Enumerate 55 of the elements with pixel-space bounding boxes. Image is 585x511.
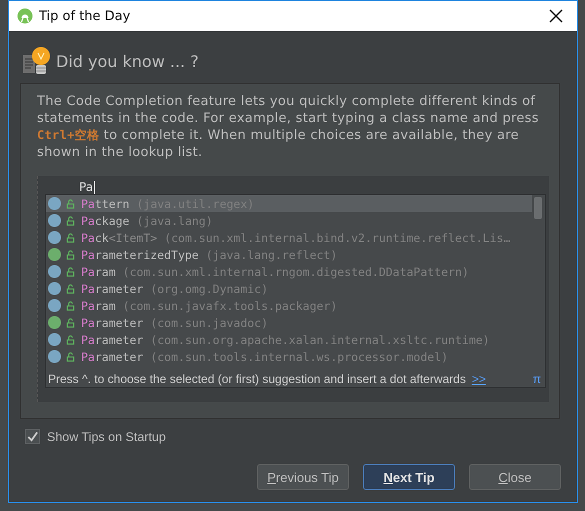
- completion-item[interactable]: Pa rameter (com.sun.javadoc): [46, 314, 532, 331]
- dialog-button[interactable]: Close: [469, 464, 561, 490]
- class-name: Pa rameter: [81, 350, 144, 364]
- checkbox[interactable]: [25, 429, 40, 444]
- unlock-icon: [66, 334, 75, 344]
- completion-item[interactable]: Pa ram (com.sun.javafx.tools.packager): [46, 297, 532, 314]
- package-name: (com.sun.org.apache.xalan.internal.xsltc.runtime): [150, 332, 490, 346]
- window-title: Tip of the Day: [39, 8, 132, 24]
- package-name: (org.omg.Dynamic): [150, 282, 268, 296]
- dialog-button[interactable]: Previous Tip: [257, 464, 349, 490]
- pi-symbol[interactable]: π: [532, 372, 541, 386]
- package-name: (com.sun.javafx.tools.packager): [122, 298, 338, 312]
- checkbox-label: Show Tips on Startup: [47, 430, 166, 444]
- hint-text: Press ^. to choose the selected (or first) suggestion and insert a dot afterwards: [48, 372, 466, 386]
- tip-text: The Code Completion feature lets you quickly complete different kinds of statements in the code. For example, start typing a class name and press Ctrl+空格 to complete it. When multiple choices are available, they are shown in the lookup list.: [37, 93, 540, 161]
- dialog-button[interactable]: Next Tip: [363, 464, 455, 490]
- close-icon: [549, 9, 563, 23]
- package-name: (com.sun.javadoc): [150, 316, 268, 330]
- unlock-icon: [66, 216, 75, 226]
- unlock-icon: [66, 250, 75, 260]
- unlock-icon: [66, 300, 75, 310]
- class-name: Pa rameter: [81, 332, 144, 346]
- completion-item[interactable]: Package (java.lang): [46, 212, 532, 229]
- package-name: (java.lang.reflect): [206, 248, 338, 262]
- class-name: Pa rameterizedType: [81, 248, 199, 262]
- class-name: Pa ram: [81, 298, 116, 312]
- scrollbar[interactable]: [534, 197, 542, 219]
- completion-item[interactable]: Pa ram (com.sun.xml.internal.rngom.digested.DDataPattern): [46, 263, 532, 280]
- unlock-icon: [66, 318, 75, 328]
- unlock-icon: [66, 352, 75, 362]
- unlock-icon: [66, 232, 75, 242]
- package-name: (com.sun.xml.internal.bind.v2.runtime.reflect.Lis…: [164, 230, 510, 244]
- text-caret: [94, 181, 96, 194]
- package-name: (com.sun.xml.internal.rngom.digested.DDataPattern): [122, 264, 469, 278]
- completion-item[interactable]: Pa rameter (com.sun.tools.internal.ws.processor.model): [46, 348, 532, 365]
- package-name: (java.lang): [136, 214, 213, 228]
- class-name: Pattern: [81, 196, 130, 210]
- lightbulb-icon: [21, 45, 53, 77]
- unlock-icon: [66, 266, 75, 276]
- completion-item[interactable]: Pa rameter (org.omg.Dynamic): [46, 280, 532, 297]
- class-name: Pa ram: [81, 264, 116, 278]
- class-name: Pa rameter: [81, 316, 144, 330]
- package-name: (com.sun.tools.internal.ws.processor.model): [150, 350, 448, 364]
- completion-item[interactable]: Pa rameterizedType (java.lang.reflect): [46, 246, 532, 263]
- close-button[interactable]: [547, 7, 565, 25]
- unlock-icon: [66, 198, 75, 208]
- unlock-icon: [66, 284, 75, 294]
- completion-item[interactable]: Pa rameter (com.sun.org.apache.xalan.internal.xsltc.runtime): [46, 331, 532, 348]
- dialog-heading: Did you know ... ?: [56, 52, 199, 70]
- class-name: Package: [81, 214, 130, 228]
- class-name: Pack<ItemT>: [81, 230, 158, 244]
- completion-item[interactable]: Pack<ItemT> (com.sun.xml.internal.bind.v2.runtime.reflect.Lis…: [46, 229, 532, 246]
- typed-text: Pa: [79, 179, 94, 194]
- more-link[interactable]: >>: [472, 372, 486, 386]
- class-name: Pa rameter: [81, 282, 144, 296]
